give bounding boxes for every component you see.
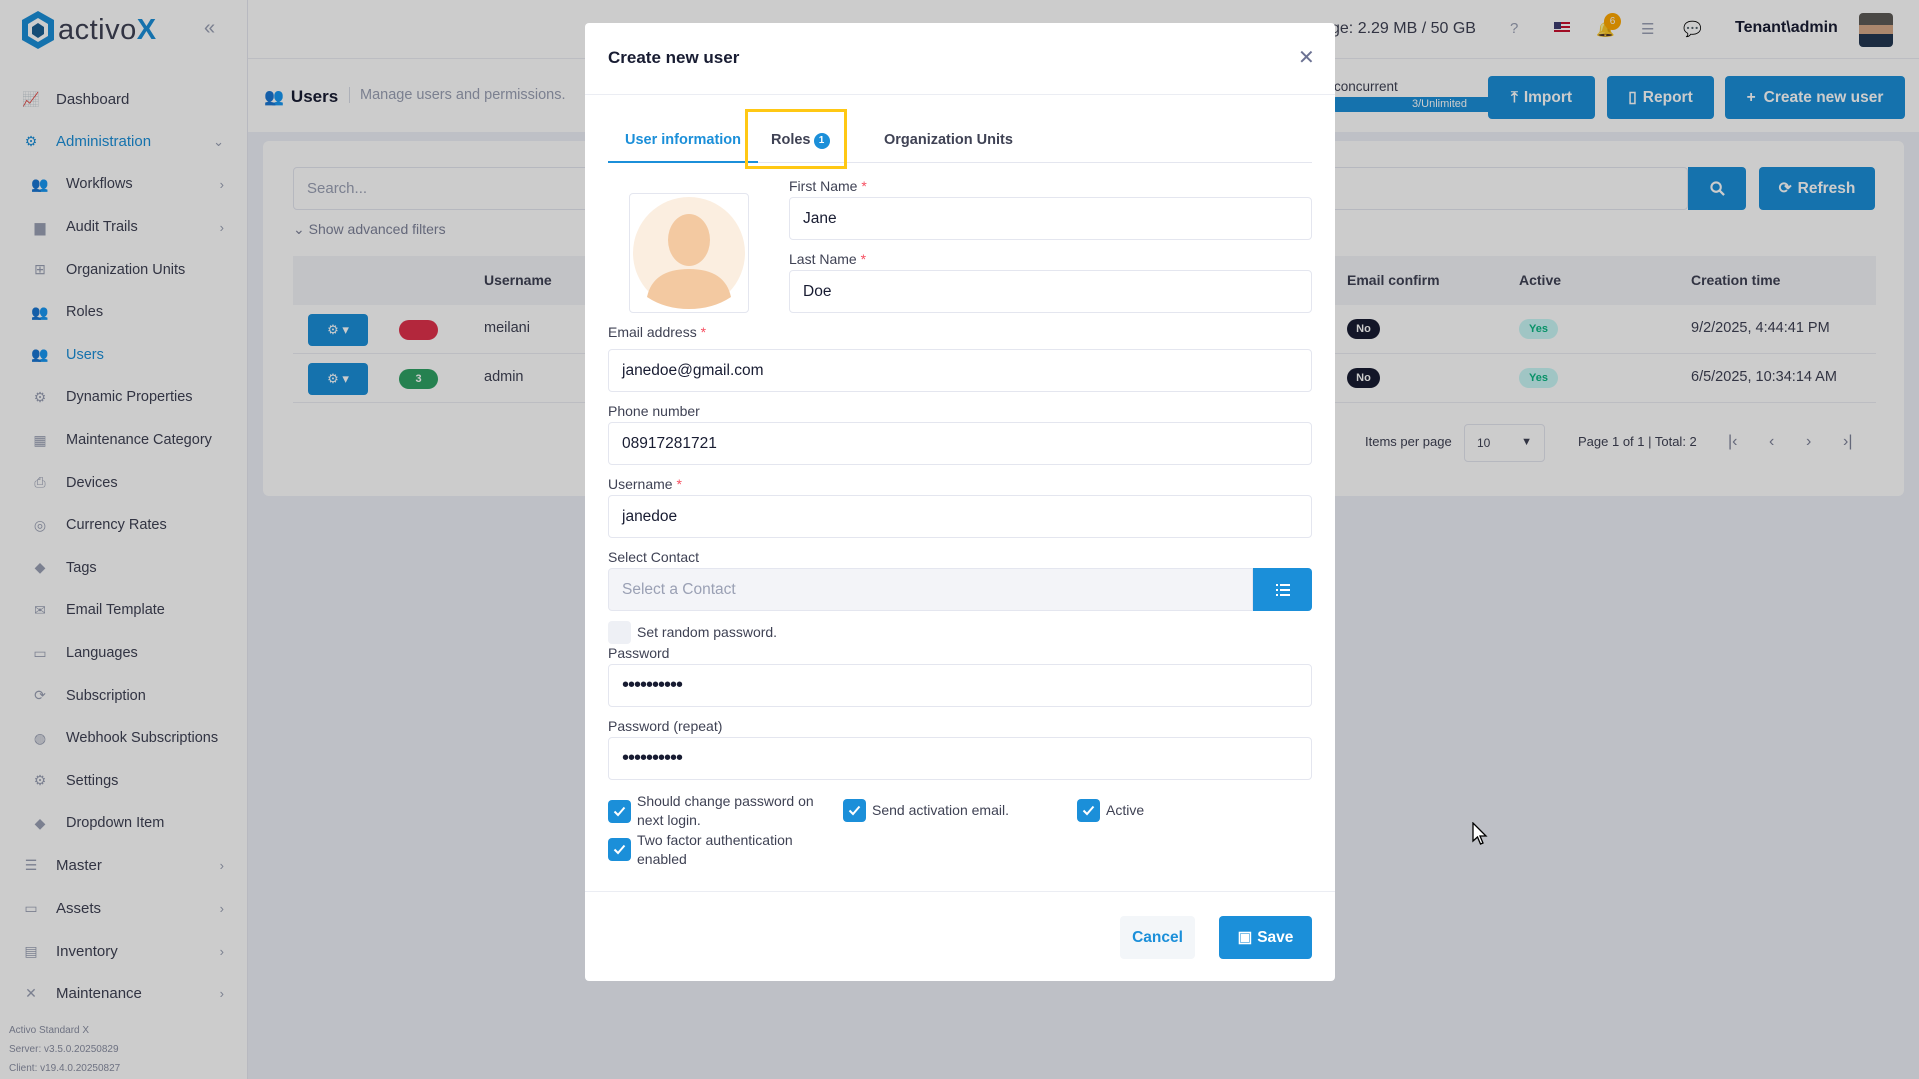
phone-field[interactable]: 08917281721 [608,422,1312,465]
create-user-modal: Create new user ✕ User information Roles… [585,23,1335,981]
last-name-label: Last Name * [789,251,867,267]
check-icon [848,805,861,816]
cancel-button[interactable]: Cancel [1120,916,1195,959]
first-name-field[interactable]: Jane [789,197,1312,240]
first-name-label: First Name * [789,178,867,194]
modal-tabs: User information Roles 1 Organization Uni… [608,117,1312,163]
roles-count-badge: 1 [813,133,830,149]
select-contact-label: Select Contact [608,549,700,565]
check-icon [613,844,626,855]
two-factor-label: Two factor authentication enabled [637,832,793,867]
username-label: Username * [608,476,682,492]
avatar-placeholder-icon [633,197,745,309]
contact-list-button[interactable] [1253,568,1312,611]
check-icon [1082,805,1095,816]
modal-title: Create new user [608,48,740,67]
two-factor-checkbox[interactable] [608,838,631,861]
tab-user-information[interactable]: User information [608,117,759,163]
username-field[interactable]: janedoe [608,495,1312,538]
tab-organization-units[interactable]: Organization Units [870,117,1027,163]
phone-label: Phone number [608,403,700,419]
check-icon [613,806,626,817]
random-password-checkbox[interactable] [608,621,631,644]
active-label: Active [1106,802,1145,818]
last-name-field[interactable]: Doe [789,270,1312,313]
password-repeat-field[interactable]: •••••••••• [608,737,1312,780]
password-label: Password [608,645,670,661]
random-password-label: Set random password. [637,624,778,640]
password-repeat-label: Password (repeat) [608,718,723,734]
select-contact-input[interactable]: Select a Contact [608,568,1253,611]
list-icon [1275,583,1290,596]
tab-roles[interactable]: Roles 1 [757,117,844,163]
profile-picture[interactable] [629,193,749,313]
save-button[interactable]: ▣ Save [1219,916,1312,959]
active-checkbox[interactable] [1077,799,1100,822]
send-activation-label: Send activation email. [872,802,1009,818]
change-password-label: Should change password on next login. [637,793,814,828]
mouse-cursor-icon [1472,822,1488,845]
save-icon: ▣ [1237,929,1253,946]
password-field[interactable]: •••••••••• [608,664,1312,707]
change-password-checkbox[interactable] [608,800,631,823]
email-field[interactable]: janedoe@gmail.com [608,349,1312,392]
divider [585,94,1335,95]
close-icon[interactable]: ✕ [1298,48,1315,68]
send-activation-checkbox[interactable] [843,799,866,822]
divider [585,891,1335,892]
email-label: Email address * [608,324,707,340]
